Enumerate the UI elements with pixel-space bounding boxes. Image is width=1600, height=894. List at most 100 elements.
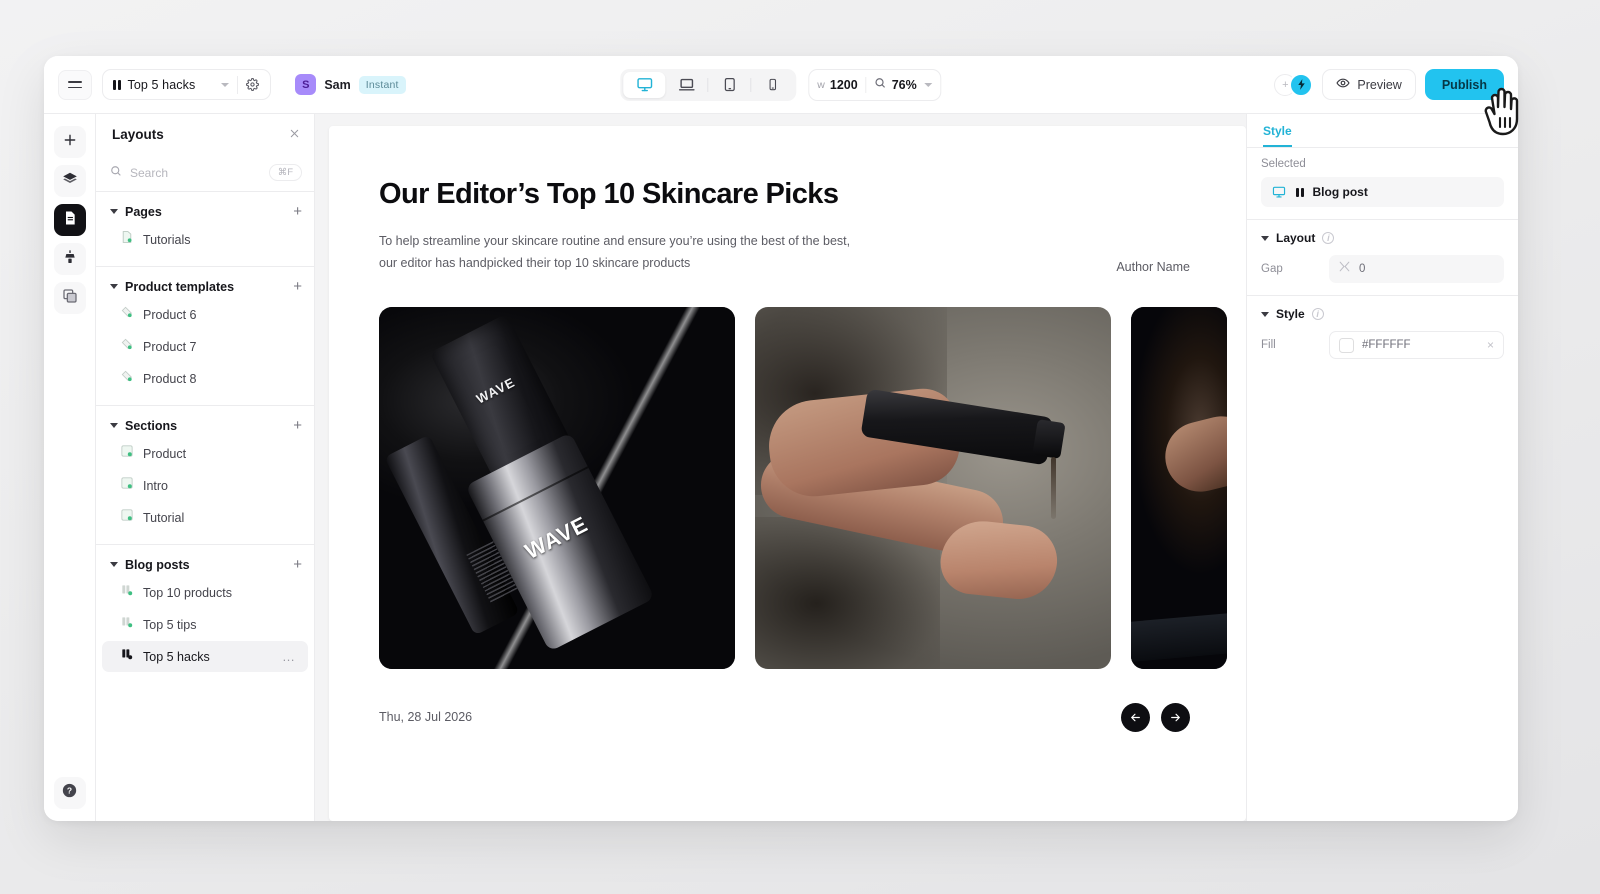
zoom-value: 76%: [891, 77, 917, 92]
panel-group-header[interactable]: Blog posts +: [96, 553, 314, 576]
color-swatch[interactable]: [1339, 337, 1354, 353]
panel-group-header[interactable]: Product templates +: [96, 275, 314, 298]
list-item-label: Product 8: [143, 371, 197, 386]
list-item[interactable]: Top 10 products: [102, 577, 308, 608]
close-icon[interactable]: ×: [1487, 338, 1494, 352]
section-icon: [120, 508, 134, 527]
panel-search-row[interactable]: Search ⌘F: [96, 154, 314, 192]
add-item-button[interactable]: +: [293, 279, 302, 294]
rail-pages-button[interactable]: [53, 204, 86, 236]
arrow-left-icon[interactable]: [1121, 702, 1150, 732]
gear-icon[interactable]: [238, 71, 266, 99]
panel-group: Blog posts + Top 10 products Top 5 tips Top …: [96, 545, 314, 683]
list-item[interactable]: Tutorial: [102, 502, 308, 533]
rail-help-button[interactable]: ?: [53, 777, 86, 809]
zoom-control[interactable]: 76%: [875, 76, 933, 94]
chevron-down-icon: [110, 209, 118, 214]
app-body: ? Layouts Search ⌘F Pages + Tutorials Produ…: [44, 114, 1518, 821]
document-icon: [62, 210, 78, 231]
fill-label: Fill: [1261, 339, 1276, 351]
toolbar-right-group: + Preview Publish: [1274, 69, 1504, 100]
publish-button[interactable]: Publish: [1424, 69, 1504, 100]
search-shortcut: ⌘F: [268, 164, 302, 181]
current-user[interactable]: S Sam Instant: [295, 74, 406, 95]
width-value: 1200: [829, 77, 858, 92]
document-title: Top 5 hacks: [127, 77, 196, 92]
style-panel: Style Selected Blog post Layout i Gap 0 …: [1246, 114, 1518, 821]
panel-group-header[interactable]: Pages +: [96, 200, 314, 223]
device-tablet-button[interactable]: [708, 72, 750, 98]
list-item[interactable]: Product: [102, 438, 308, 469]
artboard[interactable]: Our Editor’s Top 10 Skincare Picks To he…: [329, 126, 1246, 821]
device-desktop-button[interactable]: [623, 71, 666, 98]
add-item-button[interactable]: +: [293, 204, 302, 219]
assets-icon: [62, 288, 78, 309]
intro-row: To help streamline your skincare routine…: [379, 231, 1246, 275]
rail-layers-button[interactable]: [53, 165, 86, 197]
panel-group: Product templates + Product 6 Product 7 Prod…: [96, 267, 314, 406]
fill-input[interactable]: #FFFFFF ×: [1329, 331, 1504, 359]
add-item-button[interactable]: +: [293, 418, 302, 433]
list-item[interactable]: Product 6: [102, 299, 308, 330]
chevron-down-icon: [110, 423, 118, 428]
list-item[interactable]: Top 5 tips: [102, 609, 308, 640]
rail-add-button[interactable]: [53, 126, 86, 158]
arrow-right-icon[interactable]: [1161, 702, 1190, 732]
info-icon[interactable]: i: [1322, 232, 1335, 244]
preview-button[interactable]: Preview: [1322, 69, 1416, 100]
document-selector[interactable]: Top 5 hacks: [102, 69, 272, 100]
selected-label: Selected: [1261, 158, 1306, 170]
list-item[interactable]: Top 5 hacks…: [102, 641, 308, 672]
divider: [865, 76, 867, 93]
item-more-button[interactable]: …: [282, 650, 296, 663]
menu-button[interactable]: [58, 69, 92, 100]
carousel-slide-1[interactable]: WAVE WAVE: [379, 306, 735, 669]
close-icon[interactable]: [289, 127, 300, 141]
list-item[interactable]: Product 8: [102, 363, 308, 394]
layout-section-header[interactable]: Layout i: [1247, 220, 1518, 253]
panel-title: Layouts: [112, 126, 164, 142]
toolbar-left-group: Top 5 hacks S Sam Instant: [58, 69, 406, 100]
section-icon: [120, 444, 134, 463]
image-carousel[interactable]: WAVE WAVE: [379, 306, 1246, 669]
gap-value: 0: [1359, 263, 1366, 275]
blog-post-icon: [120, 647, 134, 666]
carousel-slide-3[interactable]: [1131, 306, 1227, 669]
gap-label: Gap: [1261, 263, 1283, 275]
eye-icon: [1336, 76, 1350, 93]
panel-group-header[interactable]: Sections +: [96, 414, 314, 437]
list-item[interactable]: Intro: [102, 470, 308, 501]
device-laptop-button[interactable]: [665, 72, 707, 98]
style-section-header[interactable]: Style i: [1247, 296, 1518, 329]
add-item-button[interactable]: +: [293, 557, 302, 572]
list-item[interactable]: Tutorials: [102, 224, 308, 255]
gap-input[interactable]: 0: [1329, 255, 1504, 283]
style-section-title: Style: [1276, 307, 1305, 321]
tab-style[interactable]: Style: [1263, 124, 1292, 147]
blog-post-icon: [1296, 187, 1304, 197]
rail-theme-button[interactable]: [53, 243, 86, 275]
search-input[interactable]: Search: [130, 166, 261, 180]
palm: [937, 516, 1061, 603]
rail-assets-button[interactable]: [53, 282, 86, 314]
chevron-down-icon: [110, 284, 118, 289]
chevron-down-icon: [221, 82, 230, 87]
info-icon[interactable]: i: [1311, 308, 1324, 320]
serum-drip: [1051, 456, 1056, 519]
status-badge: Instant: [358, 75, 406, 94]
author-name: Author Name: [1116, 259, 1190, 274]
device-mobile-button[interactable]: [751, 72, 793, 98]
svg-text:?: ?: [67, 786, 72, 796]
app-logo-icon[interactable]: [1289, 72, 1314, 97]
carousel-slide-2[interactable]: [755, 306, 1111, 669]
gap-row: Gap 0: [1247, 253, 1518, 295]
width-control[interactable]: w 1200: [817, 78, 857, 92]
product-image-wave: WAVE WAVE: [379, 306, 735, 669]
canvas-area[interactable]: Our Editor’s Top 10 Skincare Picks To he…: [315, 114, 1246, 821]
panel-group-title: Pages: [125, 204, 162, 219]
list-item[interactable]: Product 7: [102, 331, 308, 362]
chevron-down-icon: [1261, 311, 1269, 317]
chevron-down-icon: [924, 82, 933, 87]
selected-element-chip[interactable]: Blog post: [1261, 177, 1504, 207]
carousel-nav: [1121, 702, 1190, 732]
